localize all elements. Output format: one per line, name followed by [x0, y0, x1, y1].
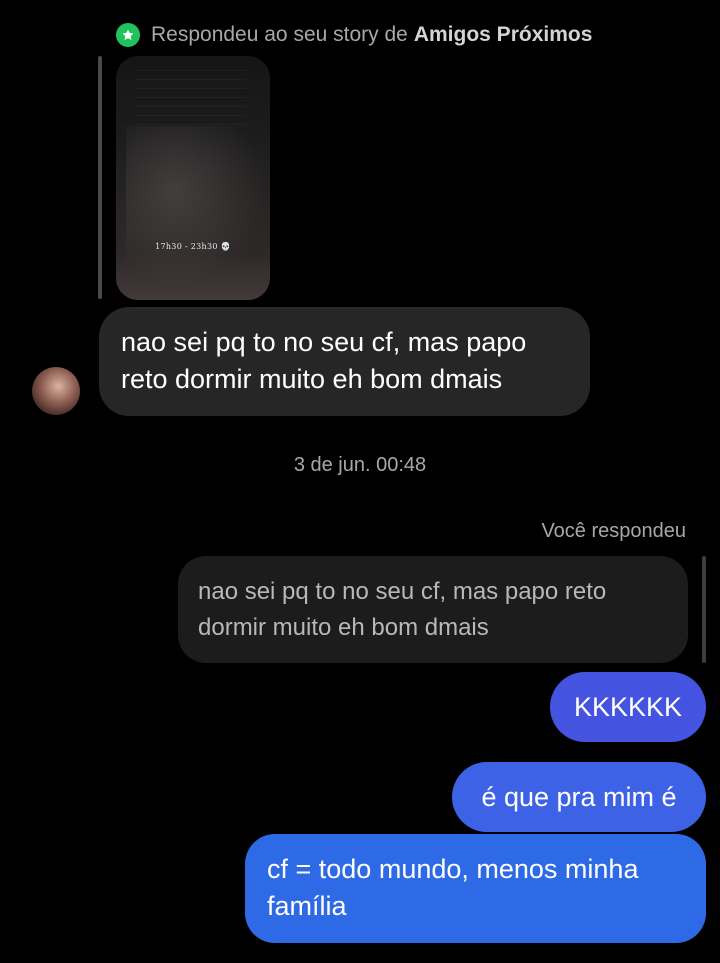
- story-quote-bar: [98, 56, 102, 299]
- story-reply-prefix: Respondeu ao seu story de: [151, 23, 408, 46]
- quoted-message-bubble[interactable]: nao sei pq to no seu cf, mas papo reto d…: [178, 556, 688, 663]
- reply-quote-bar: [702, 556, 706, 663]
- incoming-message-bubble[interactable]: nao sei pq to no seu cf, mas papo reto d…: [99, 307, 590, 416]
- sender-avatar[interactable]: [32, 367, 80, 415]
- thumbnail-texture: [136, 70, 246, 130]
- outgoing-message-bubble[interactable]: KKKKKK: [550, 672, 706, 742]
- close-friends-star-icon: [116, 23, 140, 47]
- thumbnail-caption: 17h30 - 23h30 💀: [155, 242, 231, 251]
- thumbnail-floor: [116, 254, 270, 300]
- outgoing-message-bubble[interactable]: cf = todo mundo, menos minha família: [245, 834, 706, 943]
- story-reply-header: Respondeu ao seu story de Amigos Próximo…: [116, 20, 592, 50]
- close-friends-list-name: Amigos Próximos: [413, 23, 593, 46]
- reply-label: Você respondeu: [541, 520, 686, 542]
- message-timestamp: 3 de jun. 00:48: [293, 454, 427, 476]
- story-thumbnail[interactable]: 17h30 - 23h30 💀: [116, 56, 270, 300]
- outgoing-message-bubble[interactable]: é que pra mim é: [452, 762, 706, 832]
